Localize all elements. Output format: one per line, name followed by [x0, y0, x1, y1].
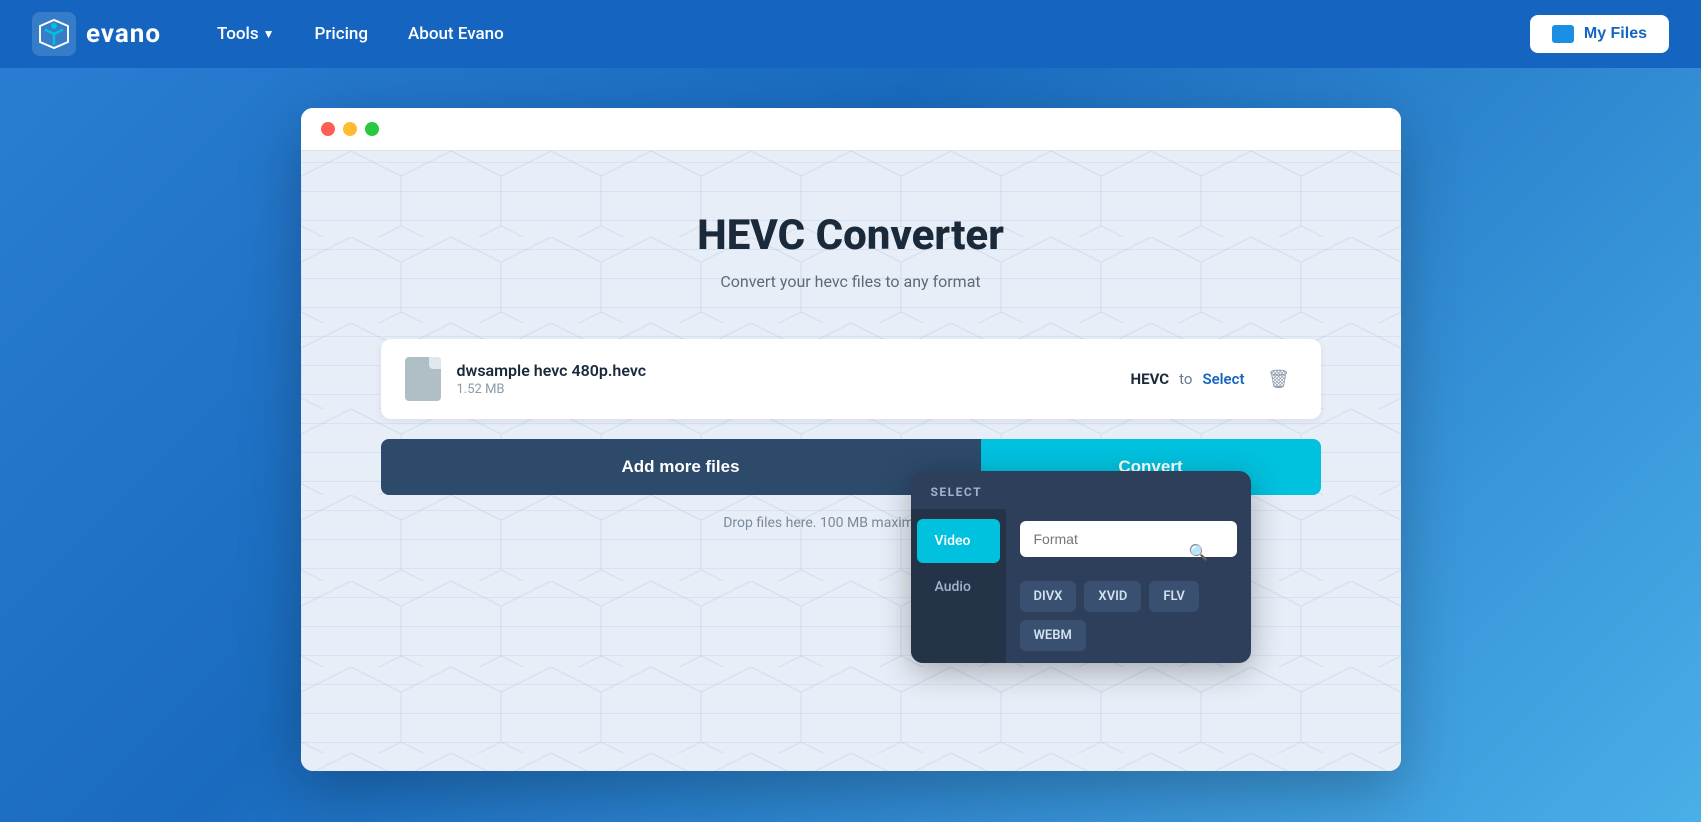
file-size: 1.52 MB [457, 382, 1115, 397]
file-format: HEVC to Select [1131, 370, 1245, 388]
folder-icon [1552, 25, 1574, 43]
tab-audio[interactable]: Audio [917, 565, 1000, 609]
format-tag-webm[interactable]: WEBM [1020, 620, 1086, 651]
trash-icon: 🗑 [1267, 369, 1290, 390]
browser-body: HEVC Converter Convert your hevc files t… [301, 151, 1401, 771]
logo-text: evano [86, 19, 161, 49]
logo-icon [32, 12, 76, 56]
about-link[interactable]: About Evano [392, 14, 520, 54]
navbar: evano Tools ▼ Pricing About Evano My Fil… [0, 0, 1701, 68]
file-name: dwsample hevc 480p.hevc [457, 361, 1115, 380]
file-info: dwsample hevc 480p.hevc 1.52 MB [457, 361, 1115, 397]
my-files-button[interactable]: My Files [1530, 15, 1669, 53]
tools-link[interactable]: Tools ▼ [201, 14, 290, 54]
format-tags: DIVX XVID FLV WEBM [1020, 581, 1237, 651]
format-from: HEVC [1131, 370, 1170, 388]
add-files-button[interactable]: Add more files [381, 439, 981, 495]
select-popup: SELECT Video Audio 🔍 DIVX XVID [911, 471, 1251, 663]
select-tabs: Video Audio [911, 509, 1006, 663]
nav-links: Tools ▼ Pricing About Evano [201, 14, 1530, 54]
format-search-wrap: 🔍 [1020, 521, 1237, 569]
format-to-text: to [1179, 370, 1192, 388]
close-button-icon[interactable] [321, 122, 335, 136]
select-formats: 🔍 DIVX XVID FLV WEBM [1006, 509, 1251, 663]
tools-arrow-icon: ▼ [263, 27, 275, 41]
delete-file-button[interactable]: 🗑 [1261, 361, 1297, 397]
format-search-input[interactable] [1020, 521, 1237, 557]
format-tag-xvid[interactable]: XVID [1084, 581, 1141, 612]
browser-titlebar [301, 108, 1401, 151]
format-select-button[interactable]: Select [1202, 370, 1244, 388]
select-popup-body: Video Audio 🔍 DIVX XVID FLV WEBM [911, 509, 1251, 663]
file-type-icon [405, 357, 441, 401]
maximize-button-icon[interactable] [365, 122, 379, 136]
page-subtitle: Convert your hevc files to any format [381, 272, 1321, 291]
browser-window: HEVC Converter Convert your hevc files t… [301, 108, 1401, 771]
logo[interactable]: evano [32, 12, 161, 56]
minimize-button-icon[interactable] [343, 122, 357, 136]
page-title: HEVC Converter [381, 211, 1321, 260]
main-content: HEVC Converter Convert your hevc files t… [0, 68, 1701, 811]
format-tag-flv[interactable]: FLV [1149, 581, 1198, 612]
select-popup-header: SELECT [911, 471, 1251, 509]
tab-video[interactable]: Video [917, 519, 1000, 563]
format-tag-divx[interactable]: DIVX [1020, 581, 1077, 612]
pricing-link[interactable]: Pricing [299, 14, 385, 54]
file-row: dwsample hevc 480p.hevc 1.52 MB HEVC to … [381, 339, 1321, 419]
